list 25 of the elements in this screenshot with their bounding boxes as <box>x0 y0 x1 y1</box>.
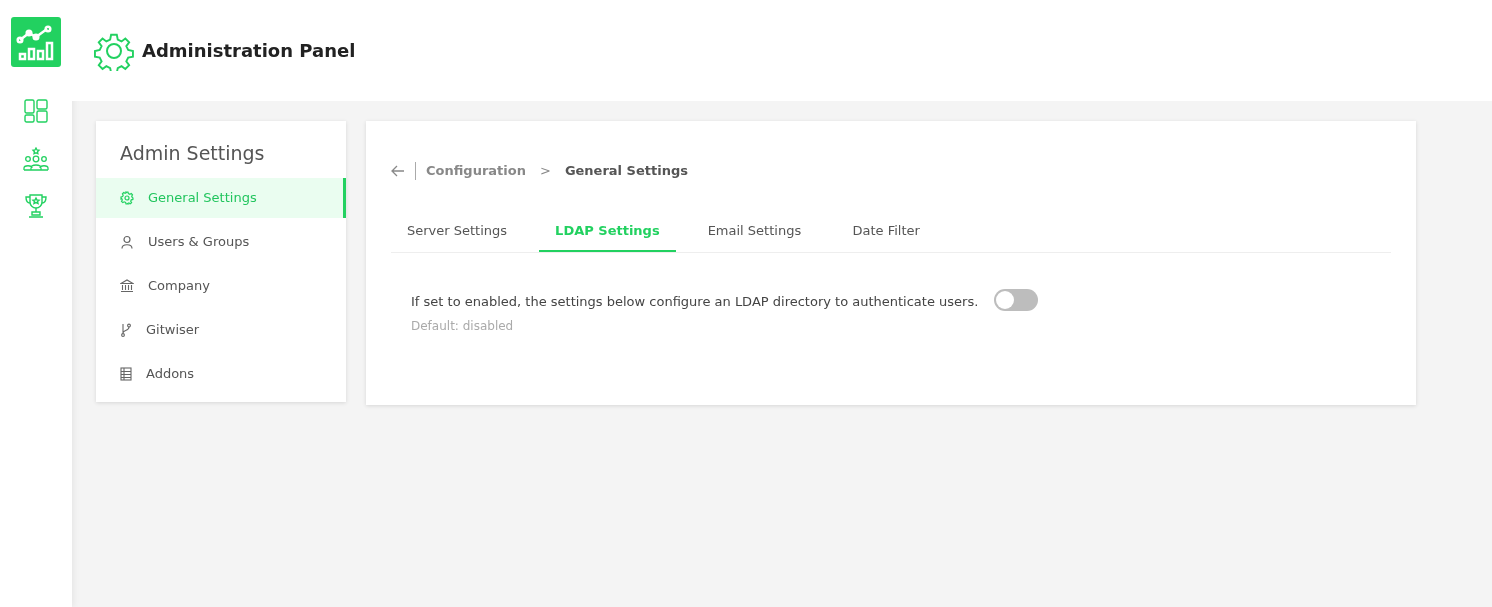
panel-title: Admin Settings <box>119 141 266 166</box>
tab[interactable]: Server Settings <box>391 220 524 252</box>
gear-icon <box>120 190 134 205</box>
breadcrumb-separator: > <box>539 162 551 180</box>
branch-icon <box>120 322 132 337</box>
menu-item[interactable]: Company <box>96 265 346 306</box>
breadcrumb-current: General Settings <box>564 162 688 180</box>
user-icon <box>120 234 134 249</box>
toggle-switch[interactable] <box>994 289 1038 311</box>
bank-icon <box>120 278 134 293</box>
breadcrumb-link[interactable]: Configuration <box>426 161 526 181</box>
team-icon[interactable] <box>23 147 49 171</box>
back-arrow-icon[interactable] <box>391 164 405 177</box>
default-note: Default: disabled <box>411 319 514 333</box>
tab[interactable]: Date Filter <box>833 220 940 252</box>
list-icon <box>120 366 132 381</box>
setting-description: If set to enabled, the settings below configure an LDAP directory to authenticate users. <box>411 293 979 311</box>
trophy-icon[interactable] <box>24 193 48 219</box>
dashboard-icon[interactable] <box>24 99 48 123</box>
logo-icon[interactable] <box>11 17 61 67</box>
page-title: Administration Panel <box>142 39 356 63</box>
menu-item[interactable]: Gitwiser <box>96 309 346 350</box>
tab[interactable]: Email Settings <box>691 220 818 252</box>
menu-item[interactable]: Addons <box>96 353 346 394</box>
menu-item[interactable]: Users & Groups <box>96 221 346 262</box>
